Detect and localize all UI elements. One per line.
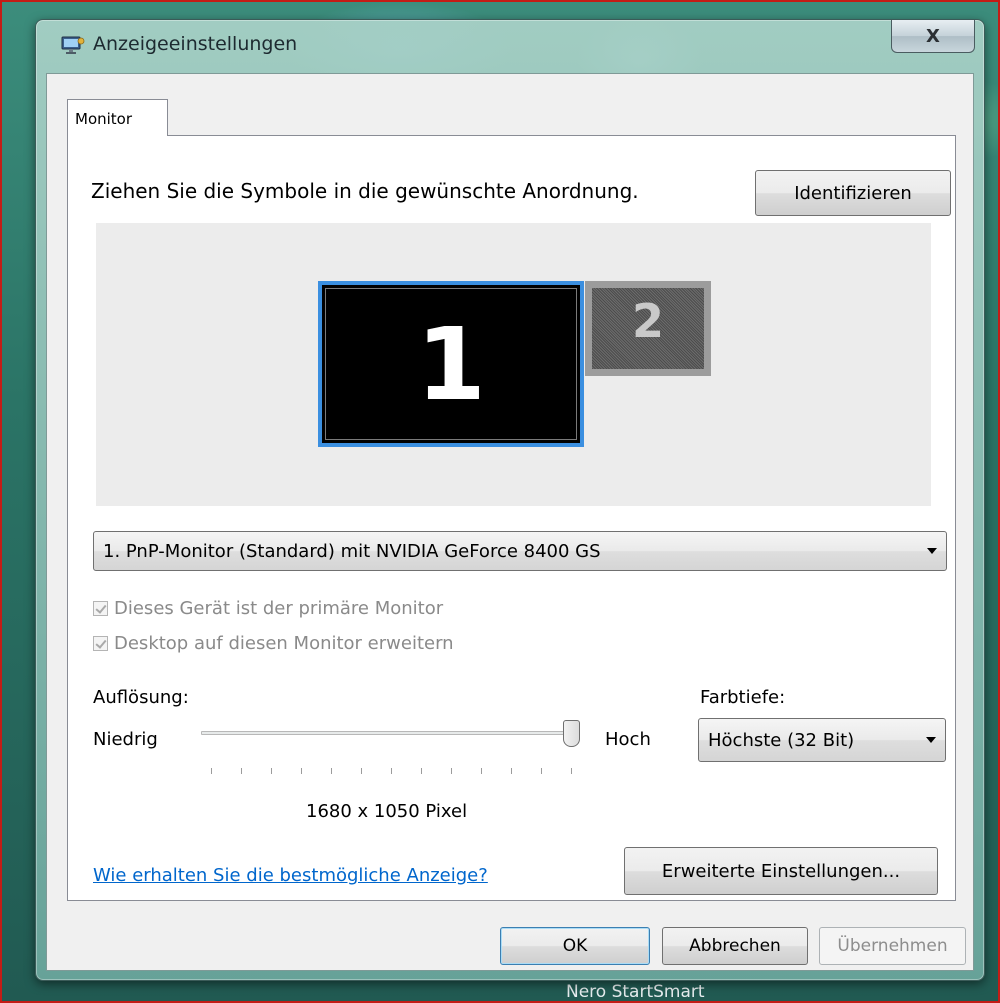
chevron-down-icon <box>926 737 936 743</box>
resolution-tick <box>451 768 452 774</box>
primary-monitor-checkbox[interactable] <box>93 601 108 616</box>
extend-desktop-checkbox[interactable] <box>93 636 108 651</box>
resolution-tick <box>391 768 392 774</box>
extend-desktop-checkbox-row: Desktop auf diesen Monitor erweitern <box>93 633 454 654</box>
resolution-tick <box>241 768 242 774</box>
tab-monitor[interactable]: Monitor <box>67 99 168 136</box>
monitor-tab-panel: Ziehen Sie die Symbole in die gewünschte… <box>67 135 956 901</box>
color-depth-select[interactable]: Höchste (32 Bit) <box>698 718 946 762</box>
display-settings-icon <box>61 36 85 54</box>
resolution-value: 1680 x 1050 Pixel <box>306 801 468 822</box>
resolution-label: Auflösung: <box>93 687 189 708</box>
apply-button: Übernehmen <box>819 927 966 965</box>
advanced-settings-button[interactable]: Erweiterte Einstellungen... <box>624 847 938 895</box>
ok-button[interactable]: OK <box>500 927 650 965</box>
taskbar-label: Nero StartSmart <box>566 982 705 1002</box>
display-select[interactable]: 1. PnP-Monitor (Standard) mit NVIDIA GeF… <box>93 531 947 571</box>
display-select-value: 1. PnP-Monitor (Standard) mit NVIDIA GeF… <box>103 540 601 562</box>
resolution-tick <box>571 768 572 774</box>
resolution-tick <box>421 768 422 774</box>
resolution-tick <box>541 768 542 774</box>
primary-monitor-label: Dieses Gerät ist der primäre Monitor <box>114 598 444 619</box>
display-settings-dialog: Anzeigeeinstellungen X Monitor Ziehen Si… <box>35 19 985 981</box>
monitor-arrangement-area: 1 2 <box>96 223 931 506</box>
resolution-tick <box>481 768 482 774</box>
resolution-slider-thumb[interactable] <box>563 720 580 747</box>
resolution-tick <box>331 768 332 774</box>
resolution-low-label: Niedrig <box>93 729 158 750</box>
chevron-down-icon <box>927 548 937 554</box>
primary-monitor-checkbox-row: Dieses Gerät ist der primäre Monitor <box>93 598 443 619</box>
dialog-client-area: Monitor Ziehen Sie die Symbole in die ge… <box>46 73 974 971</box>
close-button[interactable]: X <box>891 20 975 53</box>
monitor-1-number: 1 <box>325 288 577 440</box>
cancel-button[interactable]: Abbrechen <box>662 927 808 965</box>
best-display-help-link[interactable]: Wie erhalten Sie die bestmögliche Anzeig… <box>93 865 488 886</box>
resolution-slider-track[interactable] <box>201 731 571 735</box>
resolution-tick <box>301 768 302 774</box>
monitor-2-icon[interactable]: 2 <box>585 281 711 376</box>
arrange-instruction: Ziehen Sie die Symbole in die gewünschte… <box>91 179 639 203</box>
resolution-tick <box>211 768 212 774</box>
monitor-1-icon[interactable]: 1 <box>318 281 584 447</box>
color-depth-value: Höchste (32 Bit) <box>708 729 855 751</box>
close-icon: X <box>926 25 940 47</box>
monitor-2-number: 2 <box>631 293 664 348</box>
resolution-tick <box>511 768 512 774</box>
window-title: Anzeigeeinstellungen <box>93 33 298 55</box>
identify-button[interactable]: Identifizieren <box>755 170 951 216</box>
resolution-tick <box>361 768 362 774</box>
resolution-tick <box>271 768 272 774</box>
extend-desktop-label: Desktop auf diesen Monitor erweitern <box>114 633 454 654</box>
resolution-high-label: Hoch <box>605 729 651 750</box>
color-depth-label: Farbtiefe: <box>700 687 786 708</box>
